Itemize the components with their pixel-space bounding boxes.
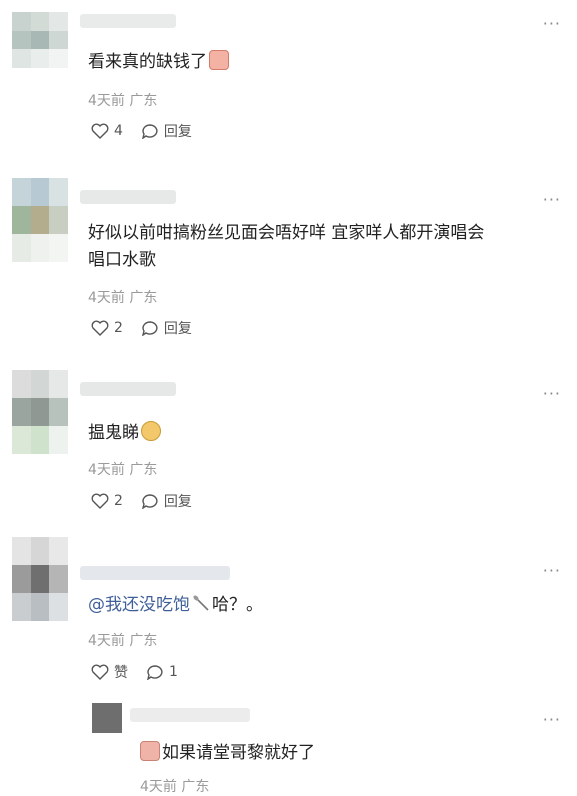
mention-link[interactable]: @我还没吃饱 (88, 595, 190, 615)
avatar[interactable] (12, 537, 68, 621)
comment-meta: 4天前 广东 (88, 633, 158, 649)
like-label: 赞 (114, 665, 128, 681)
username-blurred[interactable] (80, 14, 176, 28)
comment-text: @我还没吃饱 哈？。 (88, 593, 263, 615)
avatar[interactable] (12, 370, 68, 454)
avatar[interactable] (12, 12, 68, 68)
comment-meta: 4天前 广东 (88, 462, 158, 478)
reply-label: 回复 (163, 321, 192, 337)
comment-bubble-icon (147, 665, 163, 680)
heart-icon (91, 320, 109, 336)
like-count: 4 (114, 123, 123, 139)
comment-actions: 赞 1 (91, 662, 196, 682)
avatar[interactable] (12, 178, 68, 262)
crying-face-icon (209, 50, 229, 70)
like-count: 2 (114, 320, 123, 336)
comment-bubble-icon (141, 321, 158, 336)
heart-icon (91, 123, 109, 139)
heart-icon (91, 664, 109, 680)
comment-actions: 4 回复 (91, 121, 210, 141)
spoon-icon (192, 593, 212, 611)
comment-actions: 2 回复 (91, 491, 210, 511)
reply-button[interactable]: 回复 (141, 318, 192, 338)
reply-label: 回复 (163, 124, 192, 140)
comment-text-line-2: 唱口水歌 (88, 250, 156, 270)
comment-text: 看来真的缺钱了 (88, 47, 229, 77)
more-options-button[interactable]: ··· (543, 190, 561, 209)
like-button[interactable]: 2 (91, 493, 123, 509)
like-button[interactable]: 4 (91, 123, 123, 139)
comment-text-line-1: 好似以前咁搞粉丝见面会唔好咩 宜家咩人都开演唱会 (88, 223, 485, 243)
reply-count: 1 (169, 664, 178, 680)
like-count: 2 (114, 493, 123, 509)
reply-label: 回复 (163, 494, 192, 510)
reply-text: 如果请堂哥黎就好了 (140, 738, 315, 768)
username-blurred[interactable] (80, 382, 176, 396)
comment-text: 揾鬼睇 (88, 418, 161, 448)
more-options-button[interactable]: ··· (543, 384, 561, 403)
like-button[interactable]: 赞 (91, 662, 128, 682)
reply-button[interactable]: 回复 (141, 491, 192, 511)
comment-meta: 4天前 广东 (88, 290, 158, 306)
reply-button[interactable]: 1 (146, 664, 178, 680)
comment-meta: 4天前 广东 (88, 93, 158, 109)
comment-bubble-icon (141, 494, 158, 509)
laughing-face-icon (141, 421, 161, 441)
username-blurred[interactable] (80, 190, 176, 204)
heart-icon (91, 493, 109, 509)
more-options-button[interactable]: ··· (543, 561, 561, 580)
comment-actions: 2 回复 (91, 318, 210, 338)
more-options-button[interactable]: ··· (543, 710, 561, 729)
reply-button[interactable]: 回复 (141, 121, 192, 141)
username-blurred[interactable] (130, 708, 250, 722)
avatar[interactable] (92, 703, 122, 733)
face-emoji-icon (140, 741, 160, 761)
username-blurred[interactable] (80, 566, 230, 580)
like-button[interactable]: 2 (91, 320, 123, 336)
reply-meta: 4天前 广东 (140, 779, 210, 795)
more-options-button[interactable]: ··· (543, 14, 561, 33)
comment-bubble-icon (141, 124, 158, 139)
